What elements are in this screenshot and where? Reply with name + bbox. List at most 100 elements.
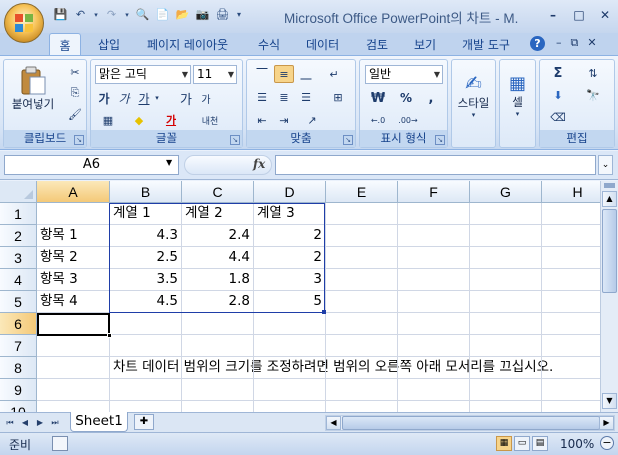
cell-f7[interactable] — [398, 335, 470, 357]
decrease-decimal-icon[interactable]: .00→ — [395, 111, 421, 129]
paste-button[interactable]: 붙여넣기 — [8, 63, 58, 115]
close-icon[interactable]: ✕ — [598, 8, 612, 22]
tab-insert[interactable]: 삽입 — [98, 36, 120, 53]
cell-h8[interactable] — [542, 357, 600, 379]
clipboard-launcher-icon[interactable]: ↘ — [74, 135, 84, 145]
cell-c9[interactable] — [182, 379, 254, 401]
page-break-view-icon[interactable]: ▤ — [532, 436, 548, 451]
cell-f2[interactable] — [398, 225, 470, 247]
help-icon[interactable]: ? — [530, 36, 545, 51]
number-launcher-icon[interactable]: ↘ — [435, 135, 445, 145]
chevron-down-icon[interactable]: ▼ — [166, 158, 172, 167]
horizontal-scroll-thumb[interactable] — [342, 416, 600, 430]
cell-f1[interactable] — [398, 203, 470, 225]
cell-d2[interactable]: 2 — [254, 225, 326, 247]
cell-h4[interactable] — [542, 269, 600, 291]
expand-formula-bar-icon[interactable]: ⌄ — [598, 155, 613, 175]
row-header[interactable]: 1 — [0, 203, 37, 225]
alignment-launcher-icon[interactable]: ↘ — [343, 135, 353, 145]
name-box[interactable]: A6 — [4, 155, 179, 175]
cell-b9[interactable] — [110, 379, 182, 401]
column-header[interactable]: F — [398, 181, 470, 203]
cell-d5[interactable]: 5 — [254, 291, 326, 313]
cell-c6[interactable] — [182, 313, 254, 335]
cell-f4[interactable] — [398, 269, 470, 291]
redo-dropdown-icon[interactable]: ▾ — [123, 6, 131, 23]
cell-d8[interactable] — [254, 357, 326, 379]
cell-g5[interactable] — [470, 291, 542, 313]
cell-h5[interactable] — [542, 291, 600, 313]
cell-a6[interactable] — [37, 313, 110, 335]
cell-h6[interactable] — [542, 313, 600, 335]
row-header[interactable]: 4 — [0, 269, 37, 291]
cell-g2[interactable] — [470, 225, 542, 247]
customize-qat-icon[interactable]: ▾ — [234, 6, 244, 23]
cell-a7[interactable] — [37, 335, 110, 357]
number-format-combo[interactable]: 일반 ▼ — [365, 65, 443, 84]
cell-a3[interactable]: 항목 2 — [37, 247, 110, 269]
scroll-right-icon[interactable]: ▶ — [599, 416, 614, 430]
normal-view-icon[interactable]: ▦ — [496, 436, 512, 451]
cell-f9[interactable] — [398, 379, 470, 401]
cell-e5[interactable] — [326, 291, 398, 313]
cell-a9[interactable] — [37, 379, 110, 401]
vertical-scrollbar[interactable]: ▲ ▼ — [600, 181, 618, 412]
cell-e1[interactable] — [326, 203, 398, 225]
row-header[interactable]: 2 — [0, 225, 37, 247]
cell-e10[interactable] — [326, 401, 398, 412]
tab-view[interactable]: 보기 — [414, 36, 436, 53]
cell-c5[interactable]: 2.8 — [182, 291, 254, 313]
cell-b2[interactable]: 4.3 — [110, 225, 182, 247]
cell-b4[interactable]: 3.5 — [110, 269, 182, 291]
clear-icon[interactable]: ⌫ — [544, 108, 572, 126]
bold-button[interactable]: 가 — [95, 89, 113, 107]
cell-d10[interactable] — [254, 401, 326, 412]
row-header[interactable]: 3 — [0, 247, 37, 269]
row-header[interactable]: 9 — [0, 379, 37, 401]
horizontal-scrollbar[interactable]: ◀ ▶ — [325, 415, 615, 431]
first-sheet-icon[interactable]: ⏮ — [4, 416, 16, 430]
border-icon[interactable]: ▦ — [95, 111, 121, 129]
save-icon[interactable]: 💾 — [52, 6, 69, 23]
cell-h9[interactable] — [542, 379, 600, 401]
tab-formulas[interactable]: 수식 — [258, 36, 280, 53]
column-header[interactable]: G — [470, 181, 542, 203]
cell-a10[interactable] — [37, 401, 110, 412]
row-header[interactable]: 8 — [0, 357, 37, 379]
cell-g8[interactable] — [470, 357, 542, 379]
cell-h10[interactable] — [542, 401, 600, 412]
maximize-icon[interactable]: □ — [572, 8, 586, 22]
italic-button[interactable]: 가 — [115, 89, 133, 107]
font-launcher-icon[interactable]: ↘ — [230, 135, 240, 145]
tab-page-layout[interactable]: 페이지 레이아웃 — [147, 36, 228, 53]
font-name-combo[interactable]: 맑은 고딕 ▼ — [95, 65, 191, 84]
formula-input[interactable] — [275, 155, 596, 175]
cell-b3[interactable]: 2.5 — [110, 247, 182, 269]
page-layout-view-icon[interactable]: ▭ — [514, 436, 530, 451]
scroll-left-icon[interactable]: ◀ — [326, 416, 341, 430]
row-header[interactable]: 7 — [0, 335, 37, 357]
cell-e7[interactable] — [326, 335, 398, 357]
underline-button[interactable]: 가 — [135, 89, 153, 107]
cell-h7[interactable] — [542, 335, 600, 357]
row-header[interactable]: 10 — [0, 401, 37, 412]
camera-icon[interactable]: 📷 — [194, 6, 211, 23]
row-header[interactable]: 6 — [0, 313, 37, 335]
cell-d1[interactable]: 계열 3 — [254, 203, 326, 225]
shrink-font-button[interactable]: 가 — [197, 89, 215, 107]
currency-button[interactable]: ₩ — [365, 89, 391, 107]
cell-a8[interactable] — [37, 357, 110, 379]
cell-c4[interactable]: 1.8 — [182, 269, 254, 291]
cell-a4[interactable]: 항목 3 — [37, 269, 110, 291]
font-color-icon[interactable]: 가 — [157, 111, 185, 129]
cell-d3[interactable]: 2 — [254, 247, 326, 269]
insert-function-icon[interactable]: fx — [253, 157, 265, 171]
find-select-icon[interactable]: 🔭 — [578, 86, 608, 104]
column-header[interactable]: A — [37, 181, 110, 203]
cell-c8[interactable] — [182, 357, 254, 379]
styles-button[interactable]: ✍ 스타일 ▾ — [455, 64, 492, 126]
select-all-button[interactable] — [0, 181, 37, 203]
ribbon-close-icon[interactable]: ✕ — [587, 36, 596, 50]
cell-d4[interactable]: 3 — [254, 269, 326, 291]
cell-e2[interactable] — [326, 225, 398, 247]
